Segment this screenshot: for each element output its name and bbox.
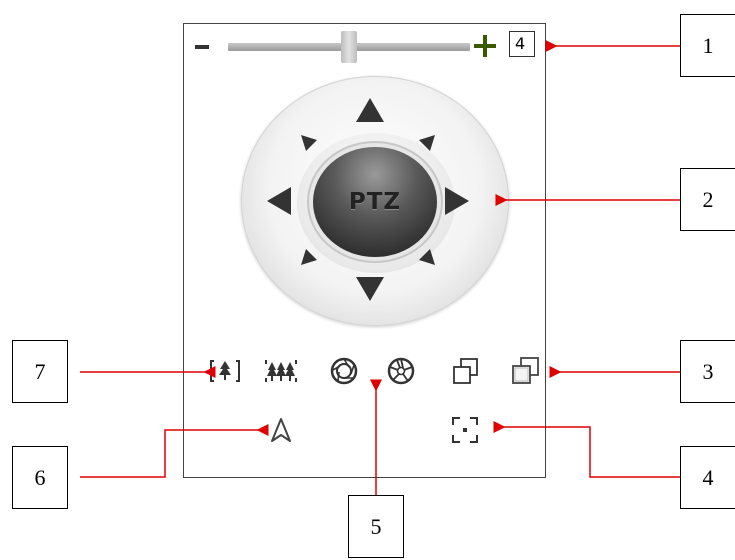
callout-4: 4 [680,446,735,509]
callout-7: 7 [12,340,68,403]
callout-2: 2 [680,168,735,231]
callout-5: 5 [348,495,404,558]
callout-3: 3 [680,340,735,403]
callout-lines [80,40,680,495]
callout-1: 1 [680,14,735,77]
callout-6: 6 [12,446,68,509]
